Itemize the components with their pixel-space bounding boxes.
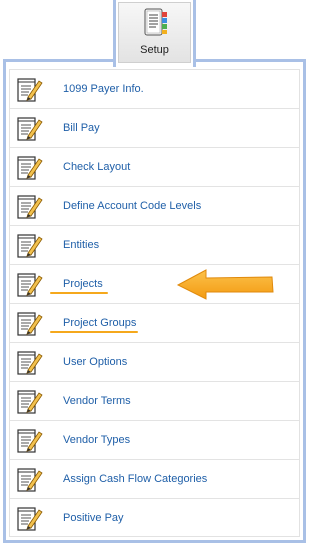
menu-item-vendor-types[interactable]: Vendor Types bbox=[10, 421, 299, 460]
menu-item-label[interactable]: Define Account Code Levels bbox=[63, 200, 201, 212]
menu-item-label[interactable]: Positive Pay bbox=[63, 512, 124, 524]
setup-tab-button[interactable]: Setup bbox=[118, 2, 191, 63]
orange-arrow-icon bbox=[176, 269, 274, 300]
notepad-pencil-icon bbox=[17, 468, 43, 492]
menu-item-label[interactable]: Bill Pay bbox=[63, 122, 100, 134]
notepad-pencil-icon bbox=[17, 351, 43, 375]
menu-item-label[interactable]: Assign Cash Flow Categories bbox=[63, 473, 207, 485]
highlight-underline-projects bbox=[50, 292, 108, 294]
setup-tab[interactable]: Setup bbox=[113, 0, 196, 67]
notepad-pencil-icon bbox=[17, 273, 43, 297]
setup-menu-screen: Setup 1099 Payer Info. Bill Pay Check Layo… bbox=[0, 0, 309, 546]
menu-item-label[interactable]: Projects bbox=[63, 278, 103, 290]
menu-item-label[interactable]: Entities bbox=[63, 239, 99, 251]
setup-book-icon bbox=[144, 8, 167, 36]
notepad-pencil-icon bbox=[17, 195, 43, 219]
menu-item-label[interactable]: Check Layout bbox=[63, 161, 130, 173]
setup-menu-list: 1099 Payer Info. Bill Pay Check Layout Defi… bbox=[9, 69, 300, 537]
menu-item-assign-cash-flow-categories[interactable]: Assign Cash Flow Categories bbox=[10, 460, 299, 499]
menu-item-define-account-code-levels[interactable]: Define Account Code Levels bbox=[10, 187, 299, 226]
menu-item-check-layout[interactable]: Check Layout bbox=[10, 148, 299, 187]
menu-item-label[interactable]: Project Groups bbox=[63, 317, 136, 329]
menu-item-vendor-terms[interactable]: Vendor Terms bbox=[10, 382, 299, 421]
menu-item-label[interactable]: User Options bbox=[63, 356, 127, 368]
menu-item-user-options[interactable]: User Options bbox=[10, 343, 299, 382]
menu-item-1099-payer-info[interactable]: 1099 Payer Info. bbox=[10, 70, 299, 109]
notepad-pencil-icon bbox=[17, 429, 43, 453]
notepad-pencil-icon bbox=[17, 156, 43, 180]
notepad-pencil-icon bbox=[17, 78, 43, 102]
menu-item-label[interactable]: 1099 Payer Info. bbox=[63, 83, 144, 95]
setup-tab-label: Setup bbox=[140, 44, 169, 56]
setup-menu-panel: 1099 Payer Info. Bill Pay Check Layout Defi… bbox=[3, 59, 306, 543]
menu-item-positive-pay[interactable]: Positive Pay bbox=[10, 499, 299, 538]
menu-item-label[interactable]: Vendor Terms bbox=[63, 395, 131, 407]
notepad-pencil-icon bbox=[17, 234, 43, 258]
menu-item-entities[interactable]: Entities bbox=[10, 226, 299, 265]
notepad-pencil-icon bbox=[17, 117, 43, 141]
menu-item-bill-pay[interactable]: Bill Pay bbox=[10, 109, 299, 148]
menu-item-label[interactable]: Vendor Types bbox=[63, 434, 130, 446]
highlight-underline-project-groups bbox=[50, 331, 138, 333]
menu-item-project-groups[interactable]: Project Groups bbox=[10, 304, 299, 343]
notepad-pencil-icon bbox=[17, 390, 43, 414]
notepad-pencil-icon bbox=[17, 507, 43, 531]
notepad-pencil-icon bbox=[17, 312, 43, 336]
